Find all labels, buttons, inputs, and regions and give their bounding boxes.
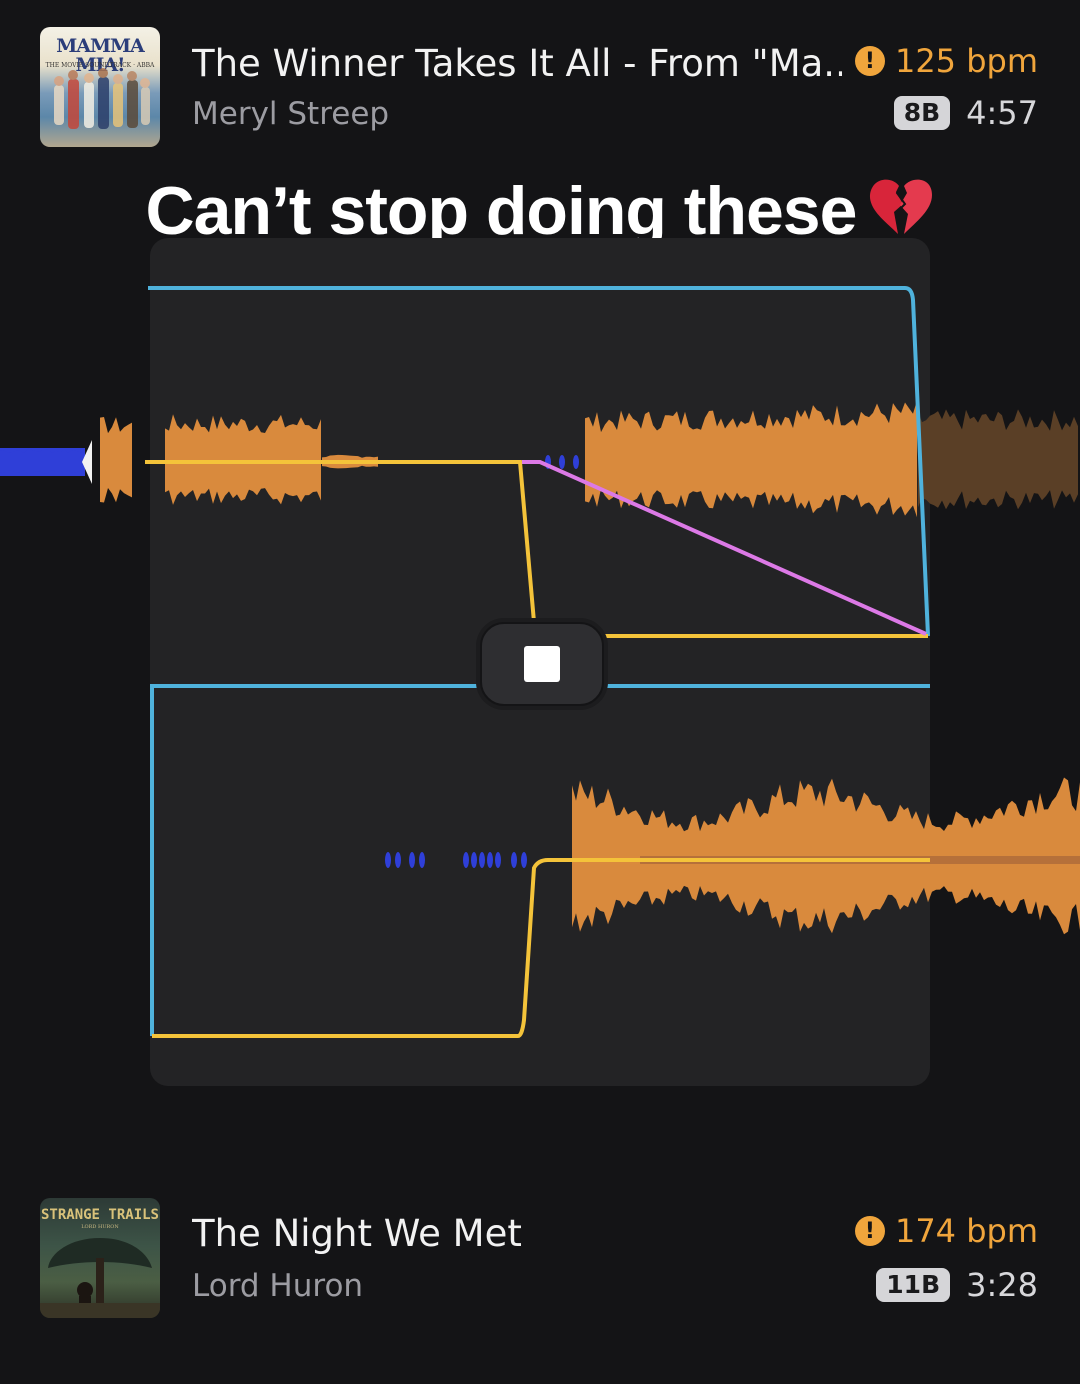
low-band-wave [0, 448, 84, 475]
album-art-strange-trails: STRANGE TRAILS LORD HURON [40, 1198, 160, 1318]
bpm-value: 125 bpm [894, 42, 1038, 80]
album-art-mamma-mia: MAMMA MIA! THE MOVIE SOUNDTRACK · ABBA [40, 27, 160, 147]
key-badge: 11B [876, 1268, 951, 1302]
track-artist: Lord Huron [192, 1268, 364, 1304]
album-art-figures [54, 68, 150, 129]
stop-button[interactable] [480, 622, 604, 706]
stop-icon [524, 646, 560, 682]
track-artist: Meryl Streep [192, 96, 390, 132]
broken-heart-icon [870, 179, 933, 235]
track-duration: 4:57 [966, 94, 1038, 132]
next-track-row[interactable]: STRANGE TRAILS LORD HURON The Night We M… [0, 1192, 1080, 1322]
track-title: The Night We Met [192, 1212, 522, 1255]
waveform-burst [100, 417, 132, 503]
bpm-value: 174 bpm [894, 1212, 1038, 1250]
track-title: The Winner Takes It All - From "Ma... [192, 42, 842, 85]
bpm-indicator: ! 174 bpm [854, 1212, 1038, 1250]
track-duration: 3:28 [966, 1266, 1038, 1304]
waveform-offscreen [918, 409, 1078, 510]
cue-marker-icon [82, 440, 92, 484]
track-meta: 8B 4:57 [893, 94, 1038, 132]
bpm-warning-icon: ! [854, 1216, 885, 1246]
track-meta: 11B 3:28 [876, 1266, 1038, 1304]
current-track-row[interactable]: MAMMA MIA! THE MOVIE SOUNDTRACK · ABBA T… [0, 22, 1080, 152]
bpm-indicator: ! 125 bpm [854, 42, 1038, 80]
key-badge: 8B [893, 96, 951, 130]
bpm-warning-icon: ! [854, 46, 885, 76]
low-band-segment [0, 448, 85, 476]
album-art-scene [40, 1238, 160, 1318]
